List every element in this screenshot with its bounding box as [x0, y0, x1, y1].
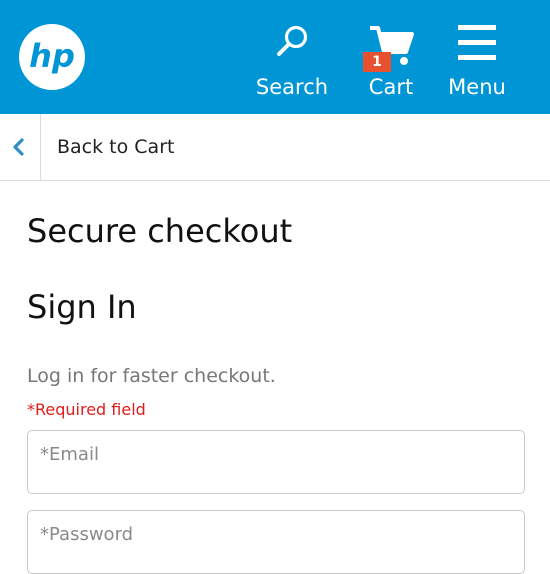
hp-logo[interactable]: hp [18, 23, 86, 91]
sign-in-heading: Sign In [27, 288, 137, 326]
required-field-note: *Required field [27, 400, 146, 419]
search-button[interactable]: Search [250, 0, 334, 114]
back-to-cart-link[interactable]: Back to Cart [0, 114, 550, 181]
cart-button[interactable]: 1 Cart [360, 0, 422, 114]
menu-button[interactable]: Menu [440, 0, 514, 114]
menu-label: Menu [448, 75, 506, 99]
back-chevron-container [0, 114, 41, 180]
chevron-left-icon [13, 138, 24, 156]
cart-label: Cart [368, 75, 414, 99]
menu-icon [458, 25, 496, 60]
search-label: Search [255, 75, 329, 99]
site-header: hp Search 1 Cart Menu [0, 0, 550, 114]
search-icon [277, 25, 308, 56]
password-field[interactable] [27, 510, 525, 574]
hp-logo-icon: hp [19, 24, 85, 90]
page-title: Secure checkout [27, 212, 293, 250]
cart-count-badge: 1 [363, 52, 391, 72]
sign-in-subtitle: Log in for faster checkout. [27, 365, 276, 387]
email-field[interactable] [27, 430, 525, 494]
back-to-cart-label: Back to Cart [57, 136, 175, 158]
hp-logo-text: hp [29, 37, 75, 75]
